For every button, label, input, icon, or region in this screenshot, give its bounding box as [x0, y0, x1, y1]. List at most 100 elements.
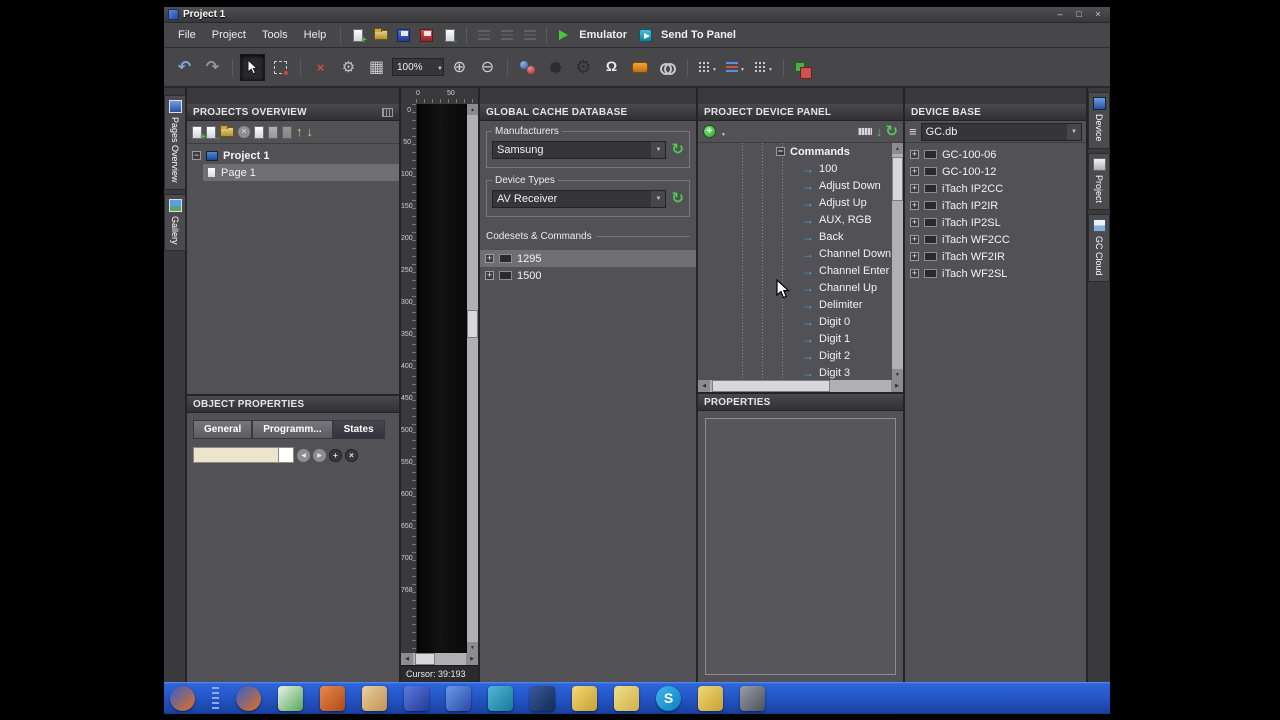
manufacturer-select[interactable]: Samsung	[492, 140, 667, 159]
scroll-down-icon[interactable]	[892, 369, 903, 380]
command-item[interactable]: AUX, RGB	[698, 211, 892, 228]
command-item[interactable]: Channel Down	[698, 245, 892, 262]
marquee-tool-button[interactable]	[268, 54, 293, 81]
expand-icon[interactable]	[910, 269, 919, 278]
next-state-button[interactable]	[313, 448, 326, 462]
refresh-device-types-icon[interactable]	[671, 189, 684, 208]
device-item[interactable]: iTach IP2IR	[905, 197, 1086, 214]
menu-item[interactable]: File	[170, 26, 204, 44]
refresh-manufacturers-icon[interactable]	[671, 140, 684, 159]
undo-button[interactable]	[172, 54, 197, 81]
remove-state-button[interactable]	[345, 448, 358, 462]
taskbar-icon-windows-blue[interactable]	[446, 685, 471, 711]
open-project-button[interactable]	[370, 26, 391, 45]
move-down-button[interactable]	[307, 123, 314, 141]
collapse-icon[interactable]	[776, 147, 785, 156]
codeset-item[interactable]: 1295	[480, 250, 696, 267]
emulator-label[interactable]: Emulator	[579, 29, 627, 41]
export-button[interactable]	[439, 26, 460, 45]
command-item[interactable]: Digit 1	[698, 330, 892, 347]
command-item[interactable]: Digit 0	[698, 313, 892, 330]
previous-state-button[interactable]	[297, 448, 310, 462]
expand-icon[interactable]	[910, 201, 919, 210]
side-tab[interactable]: Device	[1088, 92, 1110, 149]
menu-item[interactable]: Tools	[254, 26, 296, 44]
command-item[interactable]: Back	[698, 228, 892, 245]
device-item[interactable]: iTach IP2SL	[905, 214, 1086, 231]
project-node[interactable]: Project 1	[187, 147, 399, 164]
device-type-select[interactable]: AV Receiver	[492, 189, 667, 208]
copy-page-button[interactable]	[254, 125, 264, 139]
taskbar-icon-firefox[interactable]	[170, 685, 195, 711]
expand-icon[interactable]	[910, 150, 919, 159]
commands-vertical-scrollbar[interactable]	[892, 143, 903, 380]
device-item[interactable]: iTach WF2CC	[905, 231, 1086, 248]
expand-icon[interactable]	[910, 184, 919, 193]
collapse-icon[interactable]	[192, 151, 201, 160]
command-item[interactable]: Adjust Down	[698, 177, 892, 194]
shape-tool-button[interactable]	[543, 54, 568, 81]
command-item[interactable]: Adjust Up	[698, 194, 892, 211]
page-node[interactable]: Page 1	[203, 164, 399, 181]
scrollbar-thumb[interactable]	[467, 310, 478, 338]
new-project-button[interactable]	[347, 26, 368, 46]
canvas-vertical-scrollbar[interactable]	[467, 104, 478, 653]
device-item[interactable]: iTach IP2CC	[905, 180, 1086, 197]
settings-button[interactable]	[336, 54, 361, 81]
side-tab[interactable]: Pages Overview	[164, 95, 186, 190]
panel-options-icon[interactable]	[382, 107, 393, 117]
state-color-swatch[interactable]	[279, 447, 294, 463]
scroll-up-icon[interactable]	[892, 143, 903, 154]
properties-tab[interactable]: Programm...	[252, 420, 333, 439]
duplicate-page-button[interactable]	[206, 125, 221, 142]
commands-horizontal-scrollbar[interactable]	[698, 380, 903, 392]
device-item[interactable]: iTach WF2IR	[905, 248, 1086, 265]
device-item[interactable]: GC-100-06	[905, 146, 1086, 163]
snap-grid-button[interactable]	[695, 54, 720, 81]
distribute-button[interactable]	[751, 54, 776, 81]
command-item[interactable]: Channel Enter	[698, 262, 892, 279]
expand-icon[interactable]	[910, 235, 919, 244]
close-button[interactable]: ×	[1090, 9, 1106, 21]
download-commands-icon[interactable]	[876, 123, 883, 141]
open-page-button[interactable]	[220, 125, 234, 137]
save-all-button[interactable]	[416, 26, 437, 45]
taskbar-icon-folder-yellow-2[interactable]	[698, 685, 723, 711]
taskbar-icon-app-teal[interactable]	[488, 685, 513, 711]
redo-button[interactable]	[200, 54, 225, 81]
side-tab[interactable]: Project	[1088, 152, 1110, 210]
emulator-button[interactable]	[553, 26, 574, 45]
database-select[interactable]: GC.db	[920, 122, 1082, 141]
delete-page-button[interactable]	[238, 126, 250, 138]
side-tab[interactable]: GC Cloud	[1088, 213, 1110, 283]
commands-root-node[interactable]: Commands	[698, 143, 892, 160]
swap-button[interactable]	[515, 54, 540, 81]
scrollbar-thumb[interactable]	[892, 157, 903, 201]
gear-shape-button[interactable]	[571, 54, 596, 81]
maximize-button[interactable]: □	[1071, 9, 1087, 21]
taskbar-icon-firefox-2[interactable]	[236, 685, 261, 711]
zoom-select[interactable]: 100%	[392, 58, 444, 76]
taskbar-icon-folder-tan[interactable]	[362, 685, 387, 711]
command-item[interactable]: Channel Up	[698, 279, 892, 296]
codeset-item[interactable]: 1500	[480, 267, 696, 284]
pointer-tool-button[interactable]	[240, 53, 265, 81]
taskbar-icon-floppy-blue[interactable]	[404, 685, 429, 711]
scroll-right-icon[interactable]	[891, 380, 903, 392]
device-item[interactable]: iTach WF2SL	[905, 265, 1086, 282]
menu-item[interactable]: Project	[204, 26, 254, 44]
scroll-right-icon[interactable]	[466, 653, 478, 665]
link-button[interactable]	[655, 54, 680, 81]
zoom-out-button[interactable]	[475, 54, 500, 81]
chevron-down-icon[interactable]	[721, 123, 726, 141]
taskbar-icon-app-navy[interactable]	[530, 685, 555, 711]
design-canvas[interactable]	[416, 104, 467, 653]
taskbar-icon-skype[interactable]: S	[656, 685, 681, 711]
taskbar-icon-notes-yellow[interactable]	[614, 685, 639, 711]
expand-icon[interactable]	[910, 167, 919, 176]
command-item[interactable]: Digit 2	[698, 347, 892, 364]
add-device-button[interactable]	[703, 125, 716, 138]
minimize-button[interactable]: –	[1052, 9, 1068, 21]
scrollbar-thumb[interactable]	[415, 653, 435, 665]
properties-tab[interactable]: General	[193, 420, 253, 439]
